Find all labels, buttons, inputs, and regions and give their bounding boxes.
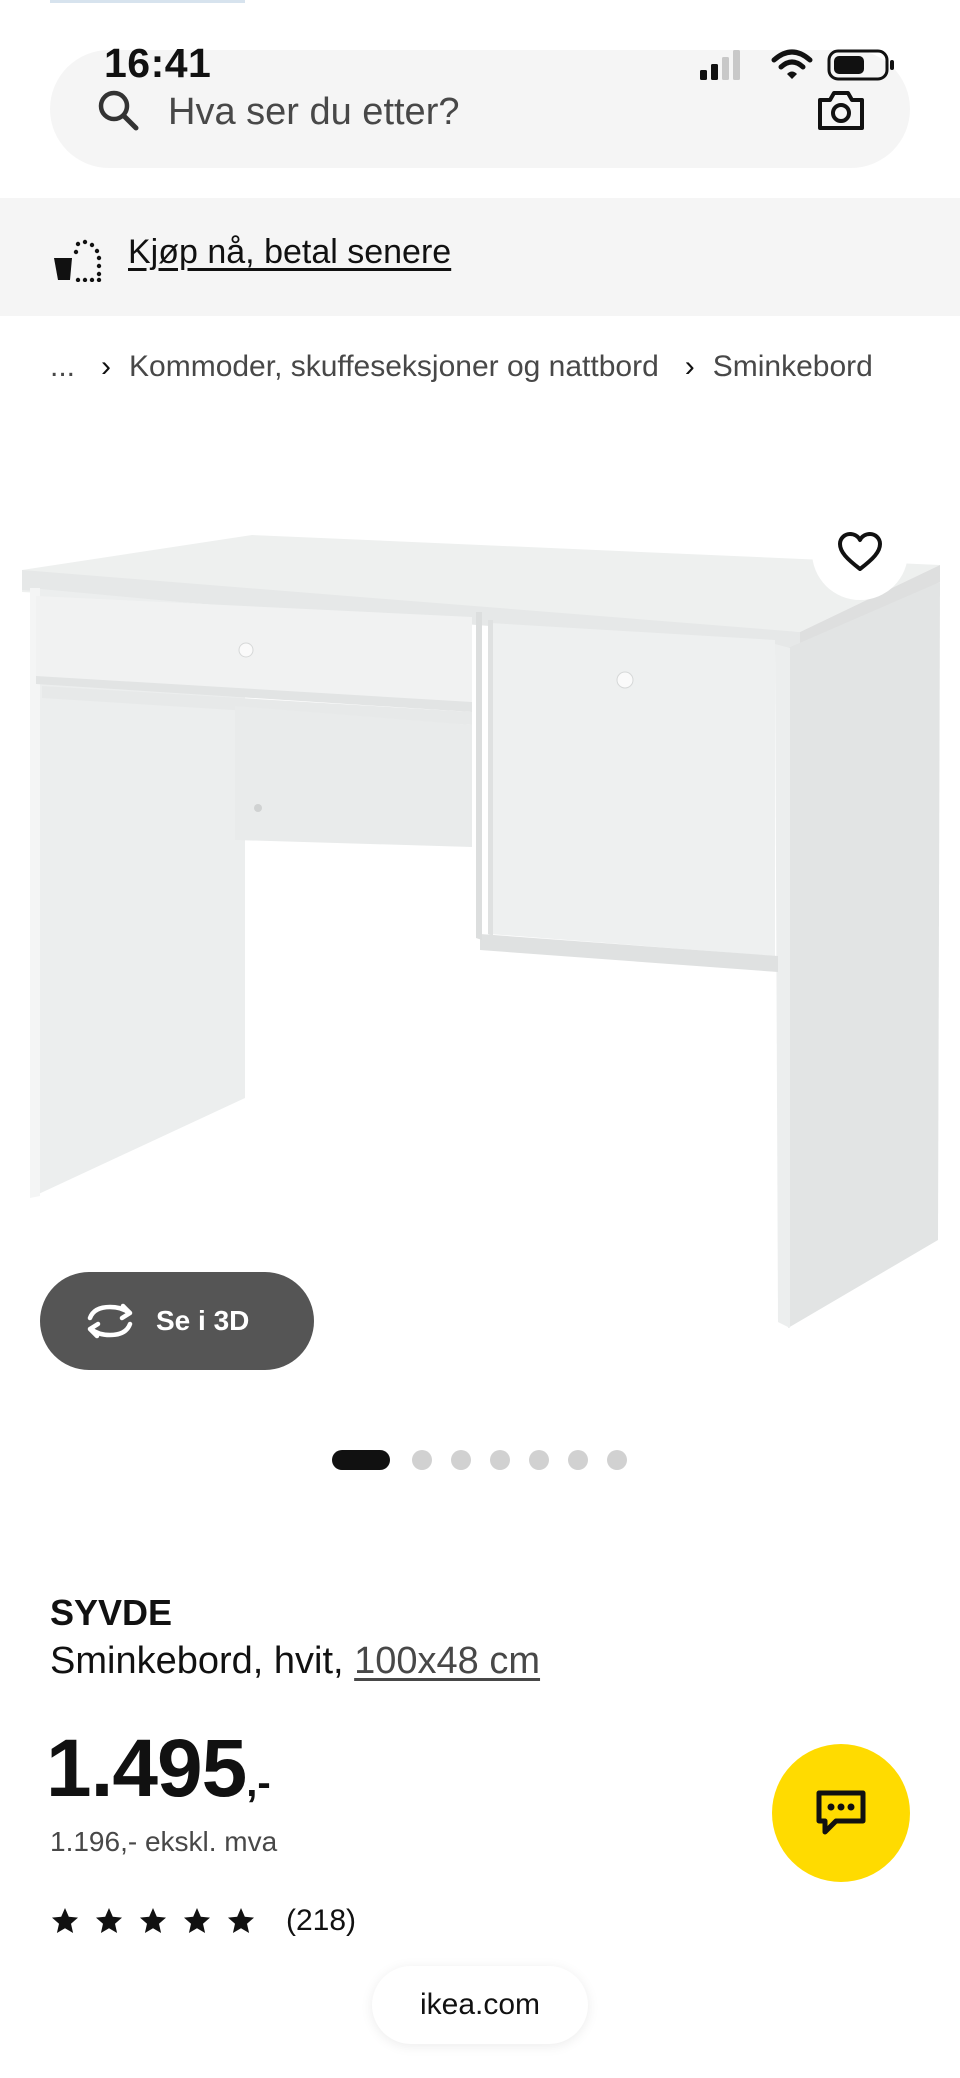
star-icon: [228, 1908, 254, 1933]
camera-icon[interactable]: [816, 88, 866, 132]
product-description: Sminkebord, hvit, 100x48 cm: [50, 1640, 540, 1683]
breadcrumb-item-dressers[interactable]: Kommoder, skuffeseksjoner og nattbord: [129, 350, 659, 384]
cellular-signal-icon: [700, 50, 740, 80]
view-3d-label: Se i 3D: [156, 1305, 250, 1336]
favorite-button[interactable]: [812, 504, 908, 600]
carousel-dot[interactable]: [529, 1450, 549, 1470]
carousel-dot[interactable]: [490, 1450, 510, 1470]
chat-button[interactable]: [772, 1744, 910, 1882]
status-time: 16:41: [104, 40, 212, 86]
breadcrumb-item-dressing-tables[interactable]: Sminkebord: [713, 350, 873, 384]
carousel-dot[interactable]: [451, 1450, 471, 1470]
product-type-label: Sminkebord, hvit,: [50, 1640, 355, 1682]
rotate-3d-icon: [87, 1303, 133, 1339]
wifi-icon: [771, 49, 813, 79]
browser-url-pill[interactable]: ikea.com: [372, 1966, 588, 2044]
product-name: SYVDE: [50, 1592, 173, 1633]
price-suffix: ,-: [246, 1761, 271, 1805]
chat-icon: [816, 1790, 866, 1835]
carousel-dots: [332, 1449, 646, 1471]
star-icon: [96, 1908, 122, 1933]
battery-icon: [827, 49, 894, 81]
carousel-dot[interactable]: [568, 1450, 588, 1470]
star-icon: [140, 1908, 166, 1933]
rating-count: (218): [286, 1904, 357, 1937]
promo-link[interactable]: Kjøp nå, betal senere: [128, 233, 451, 272]
product-rating[interactable]: (218): [50, 1904, 356, 1938]
breadcrumb-item-ellipsis[interactable]: ...: [50, 350, 75, 384]
heart-icon: [838, 532, 882, 571]
top-accent-line: [50, 0, 245, 3]
breadcrumb-separator: ›: [101, 350, 112, 383]
breadcrumb: ... › Kommoder, skuffeseksjoner og nattb…: [50, 350, 873, 384]
payment-bag-icon: [54, 239, 102, 282]
carousel-dot[interactable]: [412, 1450, 432, 1470]
carousel-dot-active[interactable]: [332, 1450, 390, 1470]
search-input[interactable]: Hva ser du etter?: [168, 91, 459, 134]
carousel-dot[interactable]: [607, 1450, 627, 1470]
product-measure-link[interactable]: 100x48 cm: [354, 1640, 540, 1682]
product-price: 1.495 ,-: [46, 1722, 271, 1816]
star-icon: [52, 1908, 78, 1933]
price-integer: 1.495: [46, 1723, 247, 1814]
breadcrumb-separator: ›: [684, 350, 695, 383]
view-3d-button[interactable]: Se i 3D: [40, 1272, 314, 1370]
search-icon[interactable]: [96, 88, 140, 132]
star-icon: [184, 1908, 210, 1933]
status-indicators: [700, 49, 894, 81]
price-excl-vat: 1.196,- ekskl. mva: [50, 1826, 278, 1857]
